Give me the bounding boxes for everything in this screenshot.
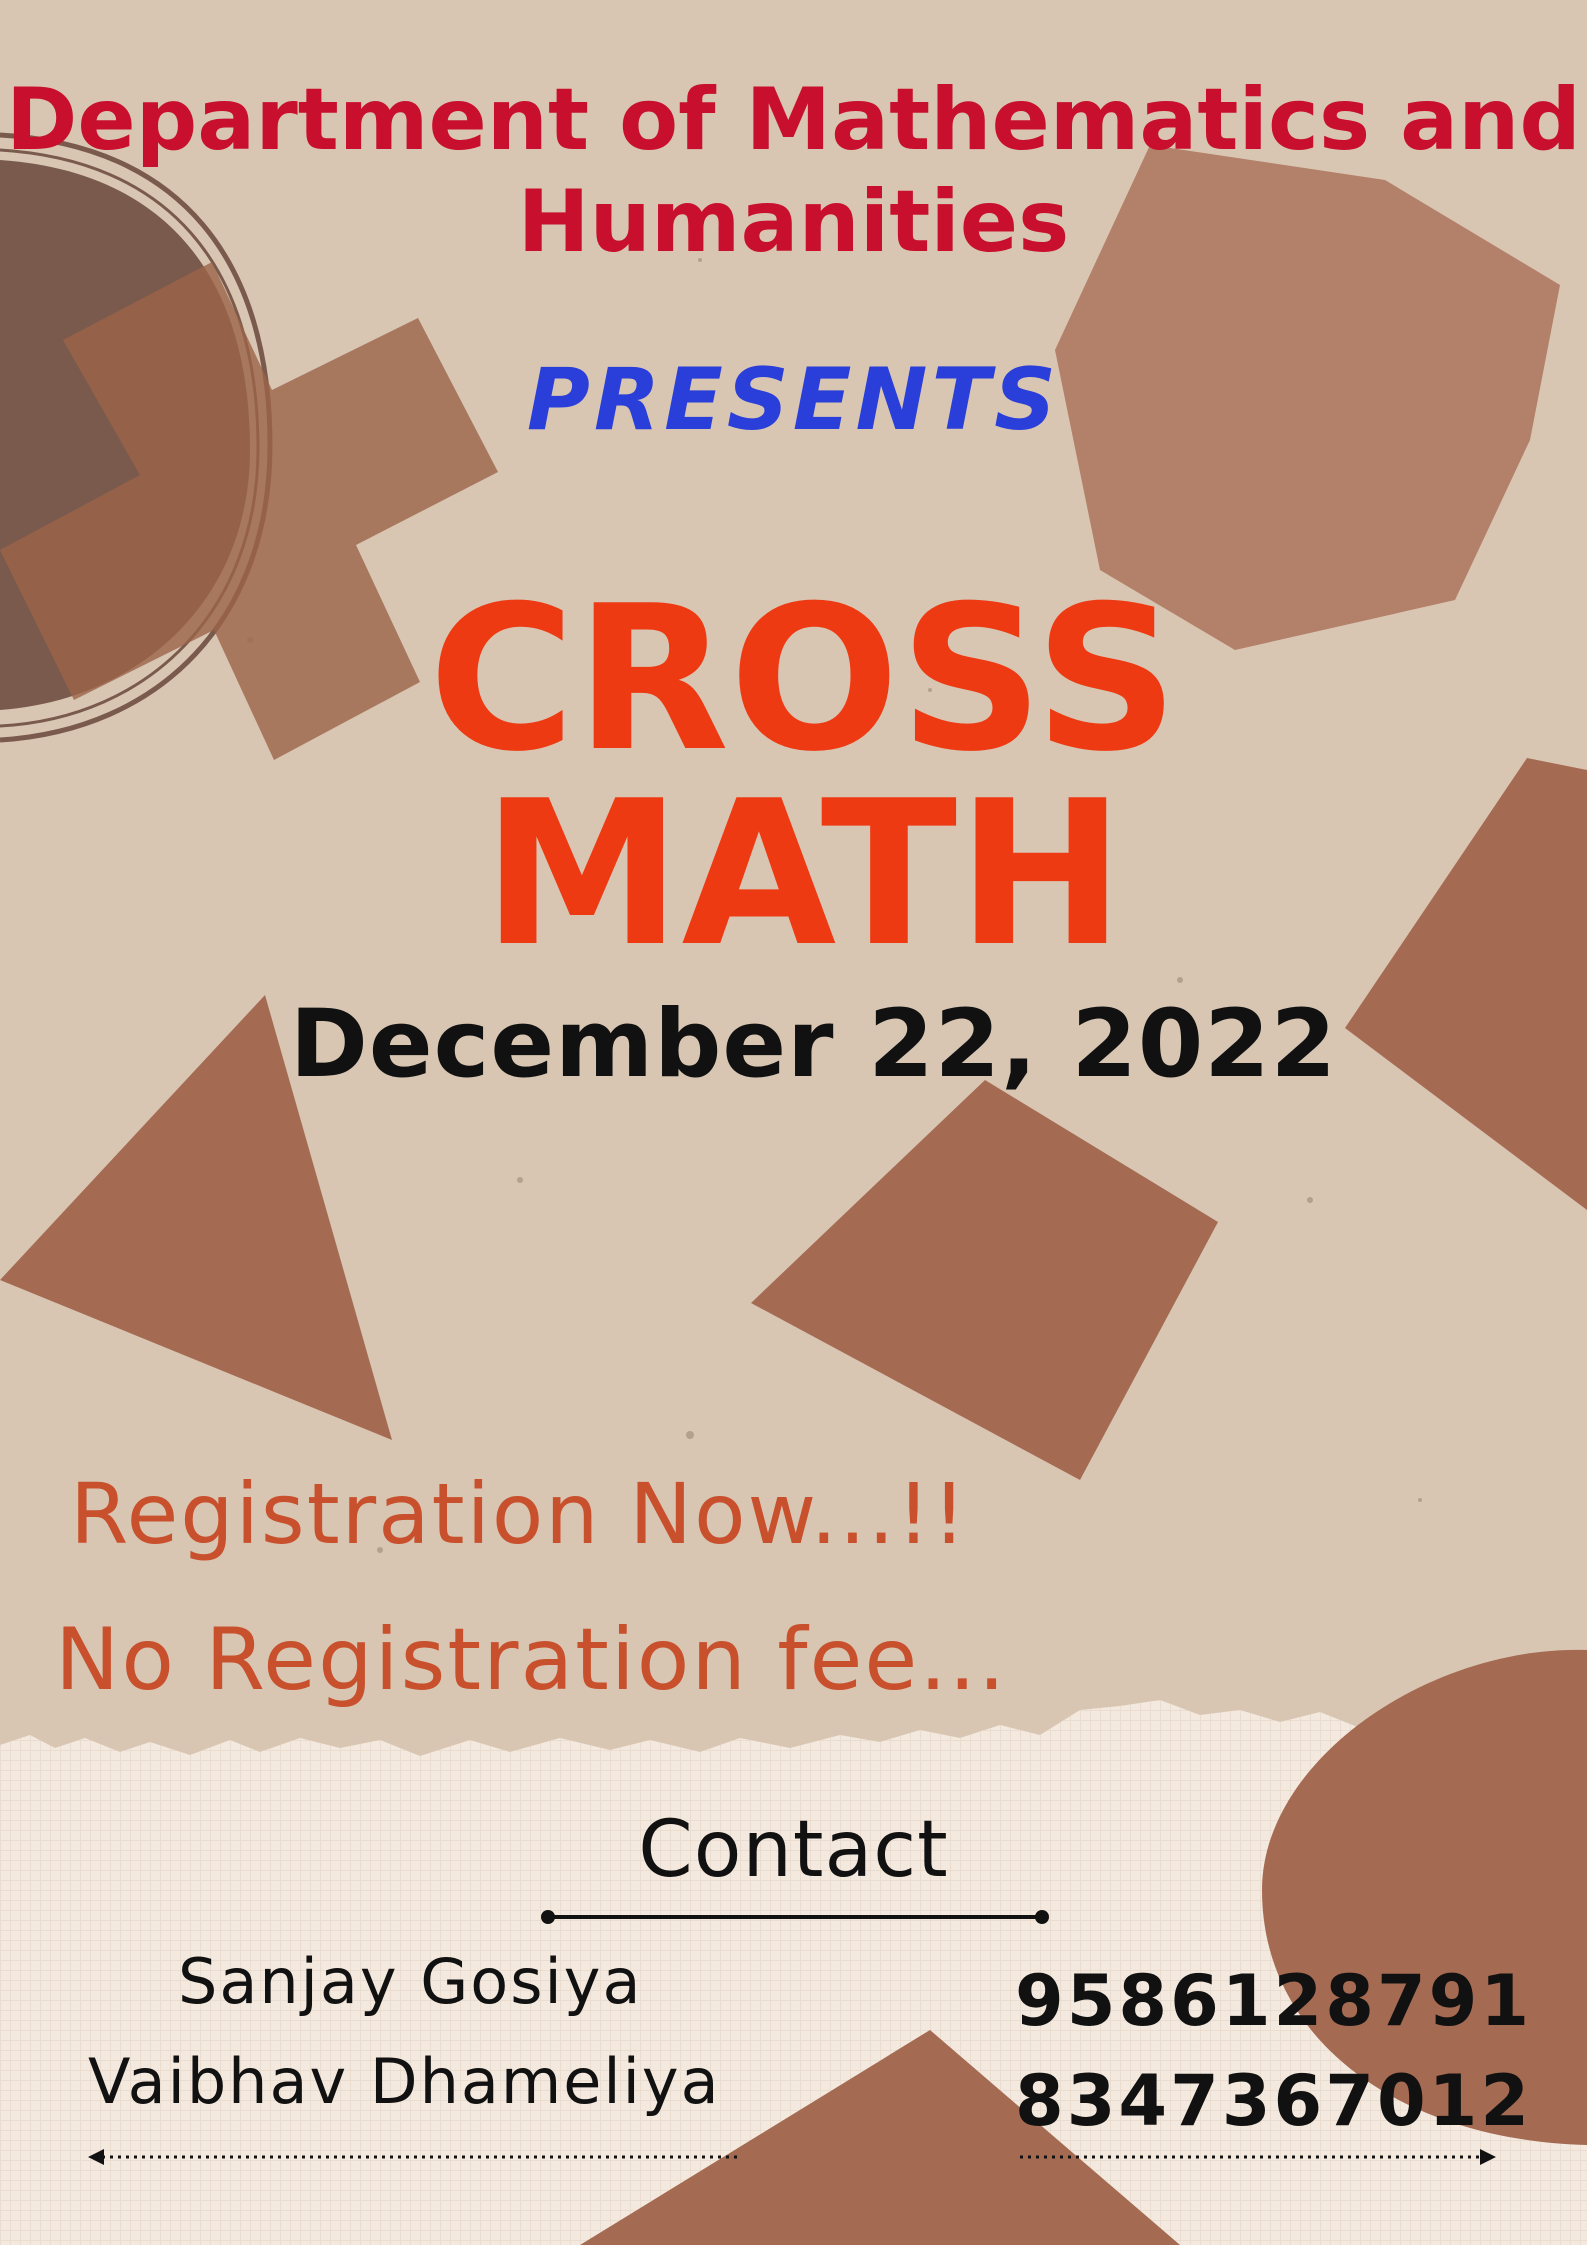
registration-fee-note: No Registration fee... bbox=[55, 1610, 1008, 1710]
event-date: December 22, 2022 bbox=[289, 990, 1338, 1099]
contact-phone-2: 8347367012 bbox=[1015, 2060, 1533, 2142]
department-name-line2: Humanities bbox=[517, 172, 1070, 272]
registration-call: Registration Now...!! bbox=[70, 1465, 968, 1563]
event-title-line1: CROSS bbox=[428, 563, 1179, 796]
decorative-background bbox=[0, 132, 1587, 2245]
contact-phone-1: 9586128791 bbox=[1015, 1960, 1533, 2042]
square-shape bbox=[751, 1080, 1218, 1480]
contact-name-2: Vaibhav Dhameliya bbox=[88, 2045, 721, 2118]
contact-heading: Contact bbox=[638, 1805, 949, 1895]
poster: Department of Mathematics and Humanities… bbox=[0, 0, 1587, 2245]
contact-name-1: Sanjay Gosiya bbox=[178, 1945, 643, 2018]
department-name-line1: Department of Mathematics and bbox=[6, 70, 1581, 170]
event-title-line2: MATH bbox=[482, 758, 1125, 991]
presents-label: PRESENTS bbox=[526, 350, 1061, 450]
